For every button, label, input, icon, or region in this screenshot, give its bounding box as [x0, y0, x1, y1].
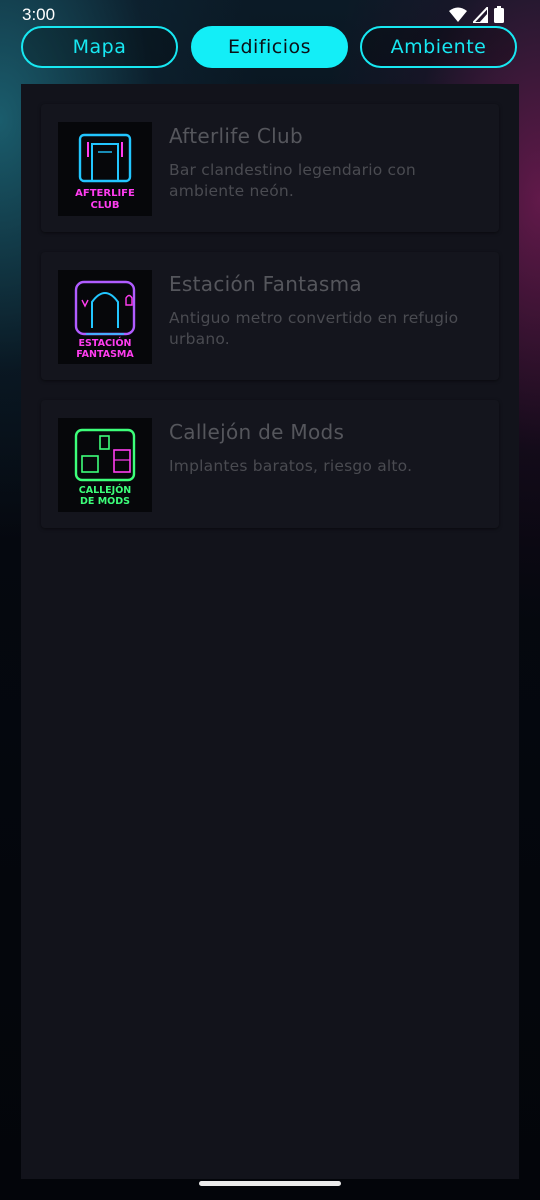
building-card-afterlife[interactable]: AFTERLIFE CLUB Afterlife Club Bar clande… [41, 104, 499, 232]
thumb-line-1: AFTERLIFE [75, 188, 135, 199]
thumb-line-1: CALLEJÓN [79, 484, 132, 496]
thumb-line-2: DE MODS [80, 496, 130, 507]
building-title: Estación Fantasma [169, 272, 362, 296]
wifi-icon [449, 7, 467, 22]
status-time: 3:00 [22, 5, 56, 24]
tab-mapa[interactable]: Mapa [21, 26, 178, 68]
thumb-line-2: CLUB [90, 200, 119, 211]
building-card-estacion[interactable]: ESTACIÓN FANTASMA Estación Fantasma Anti… [41, 252, 499, 380]
tab-ambiente[interactable]: Ambiente [360, 26, 517, 68]
home-indicator[interactable] [199, 1181, 341, 1186]
building-thumbnail: AFTERLIFE CLUB [58, 122, 152, 216]
building-description: Implantes baratos, riesgo alto. [169, 457, 413, 475]
battery-icon [494, 6, 504, 23]
building-description: Antiguo metro convertido en refugio urba… [169, 309, 459, 348]
building-thumbnail: CALLEJÓN DE MODS [58, 418, 152, 512]
signal-icon [473, 6, 488, 23]
building-card-callejon[interactable]: CALLEJÓN DE MODS Callejón de Mods Implan… [41, 400, 499, 528]
neon-door-icon: AFTERLIFE CLUB [75, 133, 135, 211]
tab-edificios[interactable]: Edificios [191, 26, 348, 68]
building-thumbnail: ESTACIÓN FANTASMA [58, 270, 152, 364]
neon-alley-icon: CALLEJÓN DE MODS [74, 428, 136, 507]
building-description: Bar clandestino legendario con ambiente … [169, 161, 416, 200]
thumb-line-2: FANTASMA [76, 349, 134, 360]
building-title: Afterlife Club [169, 124, 303, 148]
thumb-line-1: ESTACIÓN [79, 337, 132, 349]
buildings-panel: AFTERLIFE CLUB Afterlife Club Bar clande… [21, 84, 519, 1179]
top-tabs: Mapa Edificios Ambiente [21, 26, 519, 68]
building-title: Callejón de Mods [169, 420, 345, 444]
neon-tunnel-icon: ESTACIÓN FANTASMA [74, 280, 136, 360]
